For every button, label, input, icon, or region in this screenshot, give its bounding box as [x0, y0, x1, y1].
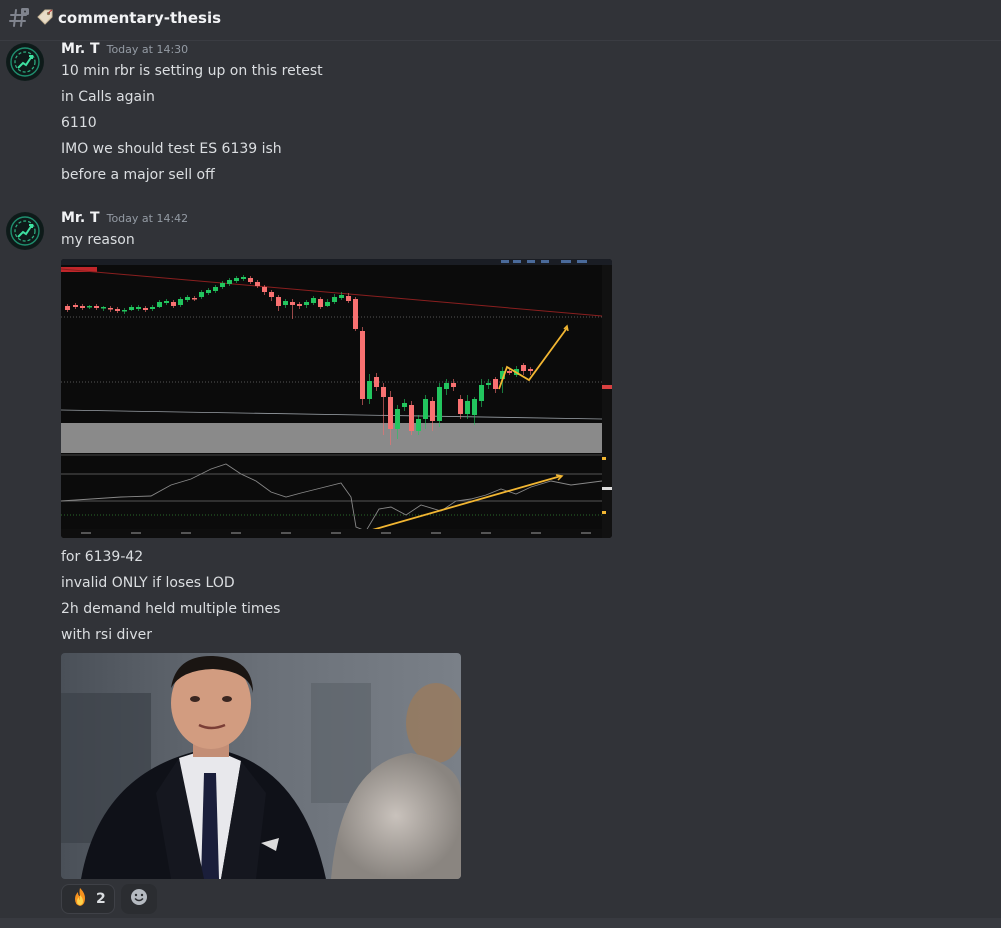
- candle-body: [276, 297, 281, 306]
- message-line: 10 min rbr is setting up on this retest: [61, 63, 323, 79]
- chart-screenshot-graphic: [61, 259, 612, 538]
- candle-body: [360, 331, 365, 399]
- candle-body: [465, 401, 470, 414]
- candle-body: [409, 405, 414, 431]
- candle-body: [472, 399, 477, 415]
- candle-body: [528, 369, 533, 371]
- candle-body: [227, 280, 232, 284]
- candle-body: [416, 419, 421, 431]
- candle-body: [402, 403, 407, 407]
- candle-body: [213, 287, 218, 291]
- candle-body: [192, 298, 197, 300]
- candle-body: [129, 307, 134, 310]
- candle-body: [353, 299, 358, 329]
- candle-body: [262, 287, 267, 292]
- candle-body: [73, 305, 78, 307]
- message-line: invalid ONLY if loses LOD: [61, 575, 235, 591]
- candle-body: [430, 401, 435, 421]
- fire-icon: [70, 887, 90, 911]
- candle-body: [423, 399, 428, 419]
- candle-body: [101, 307, 106, 309]
- candle-body: [157, 302, 162, 307]
- candle-body: [220, 283, 225, 287]
- candle-body: [339, 295, 344, 298]
- candle-body: [178, 299, 183, 305]
- reaction-gif-graphic: [61, 653, 461, 879]
- candle-body: [451, 383, 456, 387]
- reaction-gif[interactable]: [61, 653, 461, 879]
- candle-body: [486, 383, 491, 385]
- message-line: 2h demand held multiple times: [61, 601, 281, 617]
- message-line: 6110: [61, 115, 97, 131]
- message-composer-edge: [0, 918, 1001, 928]
- candle-body: [304, 302, 309, 305]
- candle-body: [437, 387, 442, 421]
- avatar-chart-icon: [7, 213, 43, 249]
- candle-body: [80, 306, 85, 308]
- candle-body: [199, 292, 204, 297]
- candle-body: [332, 297, 337, 302]
- hash-lock-icon: [8, 7, 30, 29]
- reactions-bar: 2: [61, 884, 157, 914]
- candle-body: [241, 277, 246, 279]
- candle-body: [164, 301, 169, 303]
- candle-body: [521, 365, 526, 371]
- candle-body: [108, 308, 113, 310]
- candle-body: [283, 301, 288, 305]
- message-line: IMO we should test ES 6139 ish: [61, 141, 282, 157]
- candle-body: [122, 310, 127, 312]
- candle-body: [206, 290, 211, 293]
- candle-body: [269, 292, 274, 297]
- candle-body: [94, 306, 99, 308]
- channel-header: commentary-thesis: [0, 0, 1001, 36]
- reaction-fire[interactable]: 2: [61, 884, 115, 914]
- timestamp: Today at 14:42: [106, 212, 189, 225]
- message-line: before a major sell off: [61, 167, 215, 183]
- reaction-count: 2: [96, 891, 106, 907]
- avatar[interactable]: [6, 43, 44, 81]
- candle-body: [87, 306, 92, 308]
- author-name[interactable]: Mr. T: [61, 210, 100, 226]
- add-reaction-button[interactable]: [120, 884, 157, 914]
- candle-body: [297, 304, 302, 306]
- candles-group: [65, 275, 533, 445]
- candle-body: [395, 409, 400, 429]
- candle-body: [255, 282, 260, 286]
- candle-body: [346, 296, 351, 301]
- candle-body: [493, 379, 498, 389]
- candle-body: [388, 397, 393, 429]
- candle-body: [325, 302, 330, 306]
- candle-body: [290, 302, 295, 305]
- candle-body: [318, 299, 323, 307]
- message-line: my reason: [61, 232, 135, 248]
- candle-body: [507, 371, 512, 373]
- candle-body: [65, 306, 70, 310]
- candle-body: [311, 298, 316, 303]
- smiley-add-reaction-icon: [129, 887, 149, 911]
- message-line: in Calls again: [61, 89, 155, 105]
- timestamp: Today at 14:30: [106, 43, 189, 56]
- chart-screenshot[interactable]: [61, 259, 612, 538]
- candle-body: [143, 308, 148, 310]
- candle-body: [444, 383, 449, 389]
- candle-body: [248, 278, 253, 282]
- candle-body: [150, 307, 155, 309]
- author-name[interactable]: Mr. T: [61, 41, 100, 57]
- candle-body: [234, 278, 239, 281]
- candle-body: [381, 387, 386, 397]
- candle-body: [185, 297, 190, 300]
- channel-name[interactable]: commentary-thesis: [58, 9, 221, 27]
- candle-body: [367, 381, 372, 399]
- candle-body: [171, 302, 176, 306]
- candle-body: [458, 399, 463, 414]
- candle-body: [374, 377, 379, 387]
- message-line: with rsi diver: [61, 627, 152, 643]
- candle-body: [479, 385, 484, 401]
- candle-body: [136, 307, 141, 309]
- message-line: for 6139-42: [61, 549, 144, 565]
- candle-body: [115, 309, 120, 311]
- avatar[interactable]: [6, 212, 44, 250]
- label-tag-icon: [36, 9, 54, 27]
- avatar-chart-icon: [7, 44, 43, 80]
